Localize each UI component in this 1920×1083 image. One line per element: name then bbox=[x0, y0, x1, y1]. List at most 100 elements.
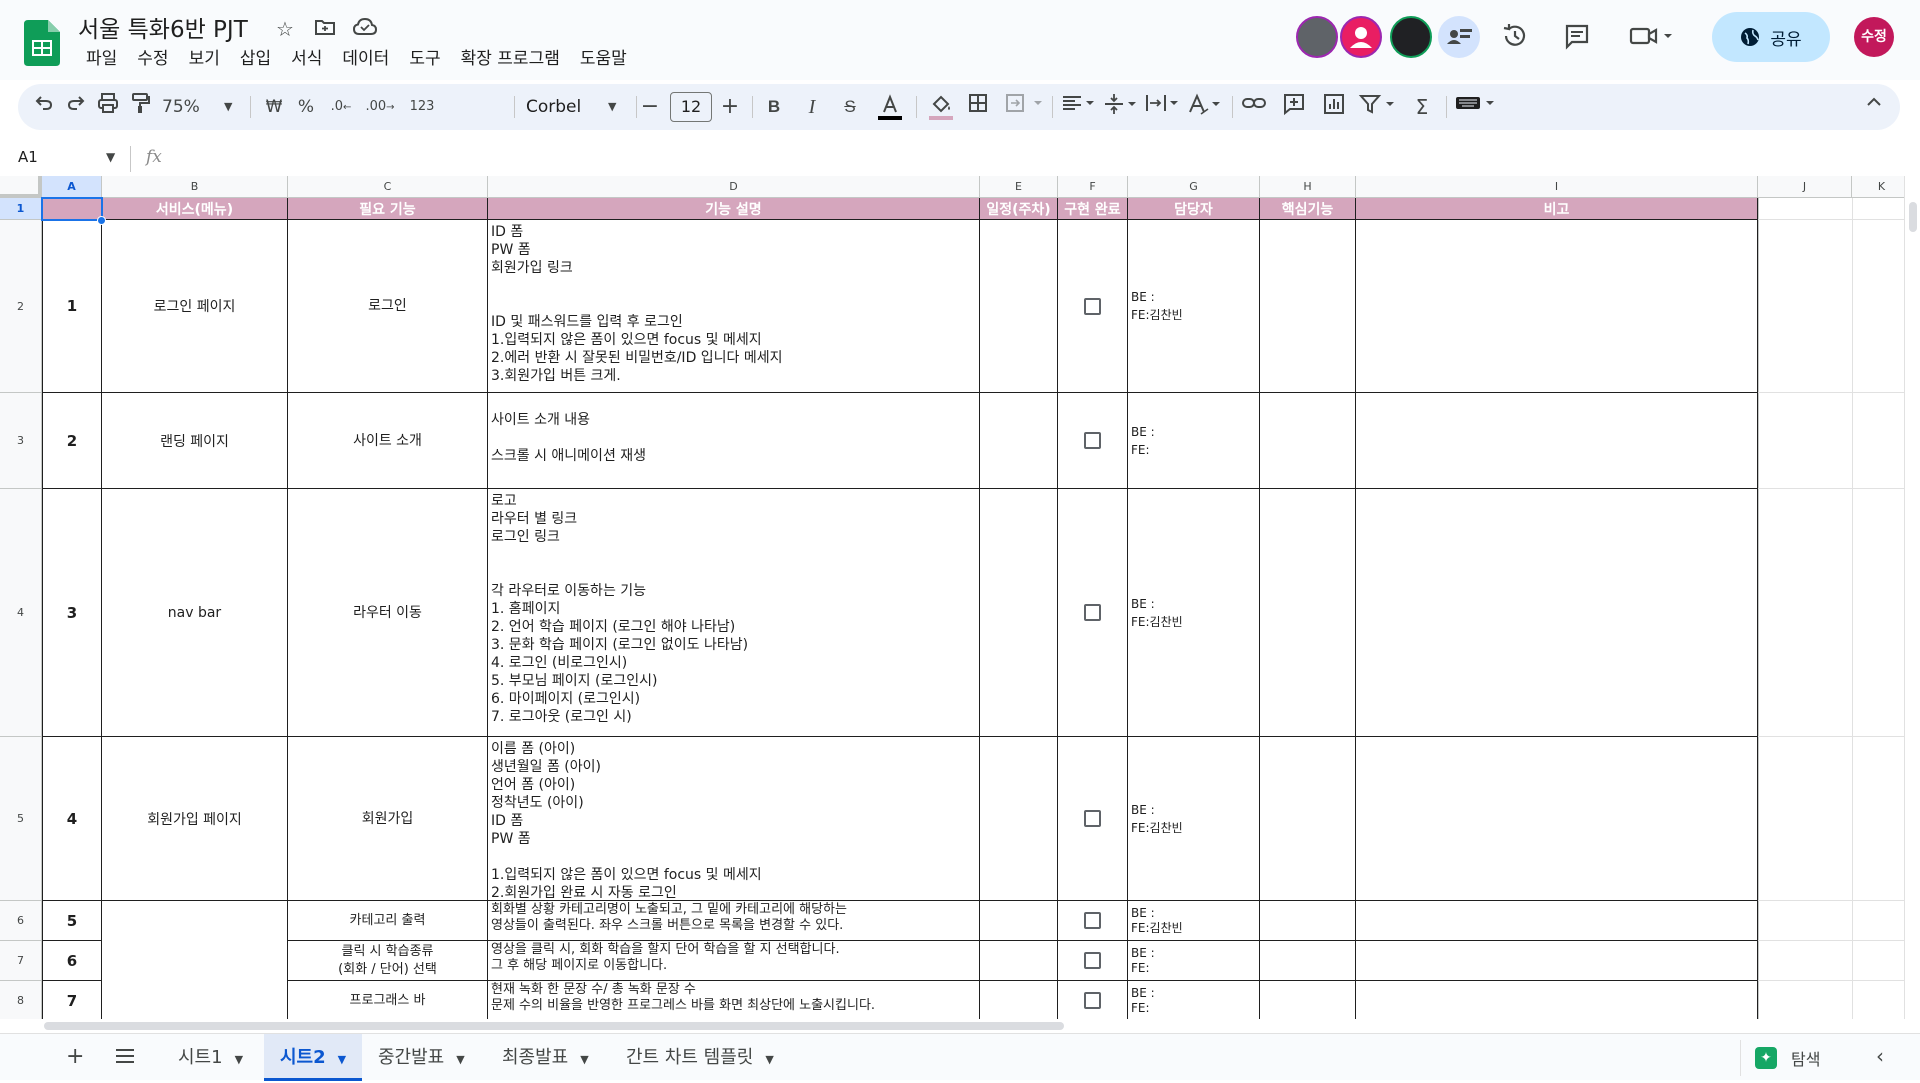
feature-cell[interactable]: 로그인 bbox=[288, 220, 488, 393]
text-rotation-icon[interactable] bbox=[1186, 92, 1226, 122]
chevron-down-icon[interactable]: ▼ bbox=[338, 1053, 346, 1066]
done-checkbox[interactable] bbox=[1084, 810, 1101, 827]
sheets-logo-icon[interactable] bbox=[24, 20, 60, 66]
owner-cell[interactable]: BE : FE:김찬빈 bbox=[1128, 901, 1260, 941]
description-cell[interactable]: 로고 라우터 별 링크 로그인 링크 각 라우터로 이동하는 기능 1. 홈페이… bbox=[488, 489, 980, 737]
vertical-align-icon[interactable] bbox=[1102, 92, 1142, 122]
text-color-button[interactable] bbox=[876, 92, 904, 122]
redo-icon[interactable] bbox=[64, 92, 88, 122]
collaborator-avatar[interactable] bbox=[1390, 16, 1432, 58]
owner-cell[interactable]: BE : FE: bbox=[1128, 941, 1260, 981]
column-header-h[interactable]: H bbox=[1260, 176, 1356, 198]
row-number-cell[interactable]: 6 bbox=[42, 941, 102, 981]
row-header-2[interactable]: 2 bbox=[0, 220, 42, 393]
description-cell[interactable]: 현재 녹화 한 문장 수/ 총 녹화 문장 수 문제 수의 비율을 반영한 프로… bbox=[488, 981, 980, 1019]
cloud-saved-icon[interactable] bbox=[352, 16, 378, 42]
scrollbar-thumb[interactable] bbox=[1909, 202, 1917, 232]
done-checkbox[interactable] bbox=[1084, 432, 1101, 449]
done-cell[interactable] bbox=[1058, 901, 1128, 941]
done-cell[interactable] bbox=[1058, 393, 1128, 489]
column-header-b[interactable]: B bbox=[102, 176, 288, 198]
schedule-cell[interactable] bbox=[980, 941, 1058, 981]
share-button[interactable]: 공유 bbox=[1712, 12, 1830, 62]
text-wrapping-icon[interactable] bbox=[1144, 92, 1184, 122]
chevron-down-icon[interactable]: ▼ bbox=[765, 1053, 773, 1066]
horizontal-align-icon[interactable] bbox=[1060, 92, 1100, 122]
owner-cell[interactable]: BE : FE:김찬빈 bbox=[1128, 489, 1260, 737]
feature-cell[interactable]: 클릭 시 학습종류 (회화 / 단어) 선택 bbox=[288, 941, 488, 981]
description-cell[interactable]: ID 폼 PW 폼 회원가입 링크 ID 및 패스워드를 입력 후 로그인 1.… bbox=[488, 220, 980, 393]
sheet-tab[interactable]: 최종발표 ▼ bbox=[486, 1034, 605, 1081]
column-header-d[interactable]: D bbox=[488, 176, 980, 198]
note-cell[interactable] bbox=[1356, 737, 1758, 901]
show-all-users-icon[interactable] bbox=[1438, 16, 1480, 58]
schedule-cell[interactable] bbox=[980, 981, 1058, 1019]
document-title[interactable]: 서울 특화6반 PJT bbox=[78, 10, 248, 44]
insert-comment-icon[interactable] bbox=[1280, 92, 1308, 122]
menu-view[interactable]: 보기 bbox=[179, 46, 230, 72]
note-cell[interactable] bbox=[1356, 220, 1758, 393]
row-header-5[interactable]: 5 bbox=[0, 737, 42, 901]
star-icon[interactable]: ☆ bbox=[272, 16, 298, 42]
bold-button[interactable]: B bbox=[762, 92, 786, 122]
add-sheet-icon[interactable]: + bbox=[66, 1044, 84, 1069]
schedule-cell[interactable] bbox=[980, 393, 1058, 489]
column-header-j[interactable]: J bbox=[1758, 176, 1852, 198]
percent-format-button[interactable]: % bbox=[294, 92, 318, 122]
column-header-c[interactable]: C bbox=[288, 176, 488, 198]
input-tools-icon[interactable] bbox=[1454, 92, 1504, 122]
note-cell[interactable] bbox=[1356, 941, 1758, 981]
core-feature-cell[interactable] bbox=[1260, 941, 1356, 981]
meet-call-icon[interactable] bbox=[1628, 22, 1676, 52]
font-size-input[interactable]: 12 bbox=[670, 92, 712, 122]
chevron-left-icon[interactable]: ‹ bbox=[1876, 1044, 1884, 1068]
sheet-tab[interactable]: 간트 차트 템플릿 ▼ bbox=[610, 1034, 790, 1081]
font-select[interactable]: Corbel ▼ bbox=[518, 92, 628, 122]
description-cell[interactable]: 영상을 클릭 시, 회화 학습을 할지 단어 학습을 할 지 선택합니다. 그 … bbox=[488, 941, 980, 981]
merge-cells-icon[interactable] bbox=[1004, 92, 1044, 122]
column-header-e[interactable]: E bbox=[980, 176, 1058, 198]
schedule-cell[interactable] bbox=[980, 220, 1058, 393]
increase-decimal-button[interactable]: .00→ bbox=[364, 92, 396, 122]
insert-chart-icon[interactable] bbox=[1320, 92, 1348, 122]
description-cell[interactable]: 회화별 상황 카테고리명이 노출되고, 그 밑에 카테고리에 해당하는 영상들이… bbox=[488, 901, 980, 941]
core-feature-cell[interactable] bbox=[1260, 901, 1356, 941]
owner-cell[interactable]: BE : FE: bbox=[1128, 981, 1260, 1019]
header-cell-feature[interactable]: 필요 기능 bbox=[288, 198, 488, 220]
column-header-g[interactable]: G bbox=[1128, 176, 1260, 198]
decrease-decimal-button[interactable]: .0← bbox=[326, 92, 356, 122]
done-cell[interactable] bbox=[1058, 941, 1128, 981]
schedule-cell[interactable] bbox=[980, 901, 1058, 941]
note-cell[interactable] bbox=[1356, 981, 1758, 1019]
column-header-i[interactable]: I bbox=[1356, 176, 1758, 198]
core-feature-cell[interactable] bbox=[1260, 737, 1356, 901]
account-avatar[interactable]: 수정 bbox=[1854, 17, 1894, 57]
row-number-cell[interactable]: 1 bbox=[42, 220, 102, 393]
menu-insert[interactable]: 삽입 bbox=[230, 46, 281, 72]
row-number-cell[interactable]: 3 bbox=[42, 489, 102, 737]
increase-font-size-button[interactable]: + bbox=[718, 92, 742, 122]
menu-data[interactable]: 데이터 bbox=[332, 46, 399, 72]
menu-file[interactable]: 파일 bbox=[76, 46, 127, 72]
menu-edit[interactable]: 수정 bbox=[127, 46, 178, 72]
menu-tools[interactable]: 도구 bbox=[399, 46, 450, 72]
row-number-cell[interactable]: 2 bbox=[42, 393, 102, 489]
chevron-down-icon[interactable]: ▼ bbox=[235, 1053, 243, 1066]
feature-cell[interactable]: 회원가입 bbox=[288, 737, 488, 901]
menu-extensions[interactable]: 확장 프로그램 bbox=[451, 46, 570, 72]
owner-cell[interactable]: BE : FE:김찬빈 bbox=[1128, 737, 1260, 901]
header-cell-service[interactable]: 서비스(메뉴) bbox=[102, 198, 288, 220]
select-all-corner[interactable] bbox=[0, 176, 42, 198]
done-checkbox[interactable] bbox=[1084, 912, 1101, 929]
vertical-scrollbar[interactable] bbox=[1904, 176, 1920, 1019]
header-cell-done[interactable]: 구현 완료 bbox=[1058, 198, 1128, 220]
schedule-cell[interactable] bbox=[980, 489, 1058, 737]
owner-cell[interactable]: BE : FE: bbox=[1128, 393, 1260, 489]
schedule-cell[interactable] bbox=[980, 737, 1058, 901]
zoom-select[interactable]: 75% ▼ bbox=[162, 92, 238, 122]
column-header-f[interactable]: F bbox=[1058, 176, 1128, 198]
core-feature-cell[interactable] bbox=[1260, 393, 1356, 489]
decrease-font-size-button[interactable]: − bbox=[638, 92, 662, 122]
fill-color-icon[interactable] bbox=[926, 92, 956, 122]
menu-help[interactable]: 도움말 bbox=[570, 46, 637, 72]
